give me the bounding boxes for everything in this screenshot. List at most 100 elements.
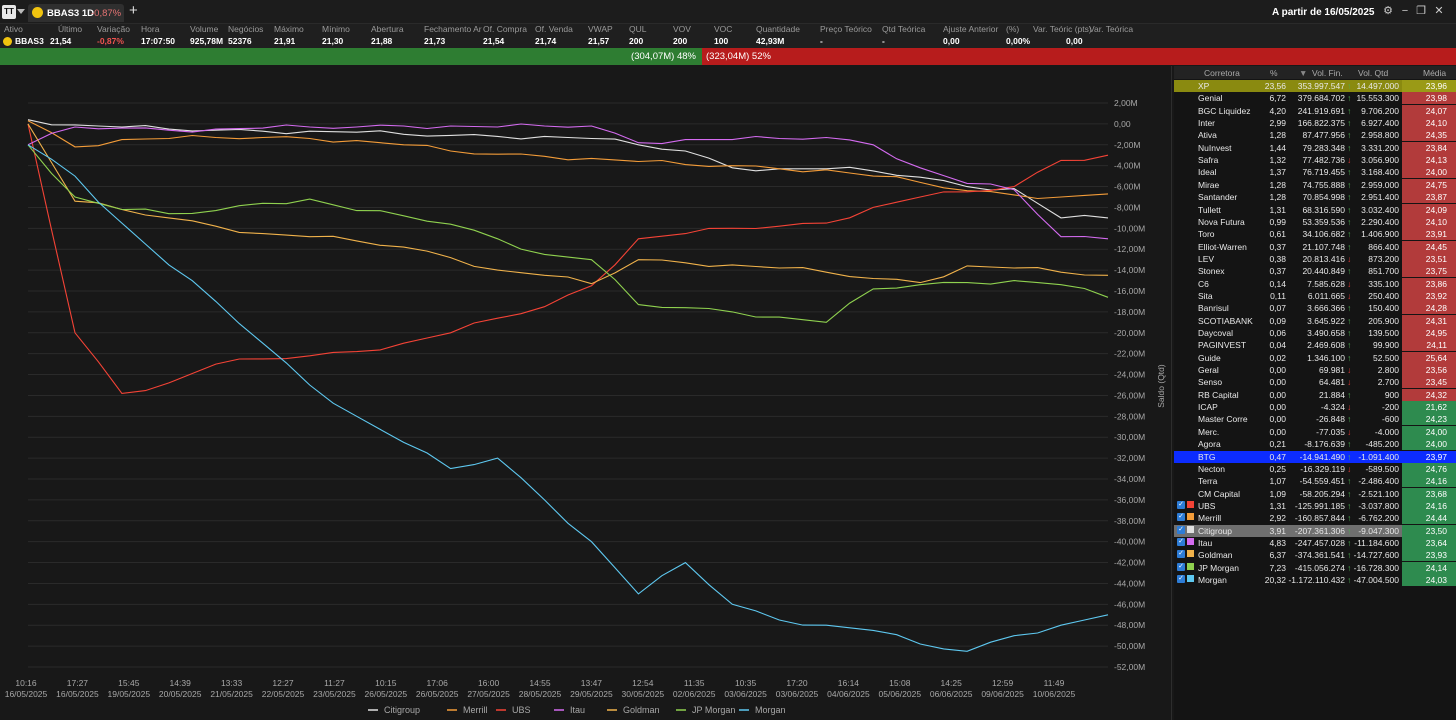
ranking-row[interactable]: BTG 0,47 -14.941.490 ↑ -1.091.400 23,97 (1174, 450, 1456, 463)
sell-pressure-label: (323,04M) 52% (706, 51, 771, 62)
broker-fin-volume: -77.035 (1316, 426, 1345, 437)
ranking-row[interactable]: ✓ JP Morgan 7,23 -415.056.274 ↑ -16.728.300 24… (1174, 561, 1456, 574)
ranking-row[interactable]: Ativa 1,28 87.477.956 ↑ 2.958.800 24,35 (1174, 129, 1456, 142)
quote-values-row[interactable]: BBAS3 21,54 -0,87% 17:07:50 925,78M 5237… (0, 35, 1456, 48)
broker-pct: 0,38 (1269, 253, 1286, 264)
ranking-row[interactable]: Terra 1,07 -54.559.451 ↑ -2.486.400 24,16 (1174, 475, 1456, 488)
ranking-row[interactable]: Agora 0,21 -8.176.639 ↑ -485.200 24,00 (1174, 438, 1456, 451)
broker-name: Safra (1198, 155, 1219, 166)
col-qty-header[interactable]: Vol. Qtd (1358, 68, 1388, 78)
ranking-row[interactable]: RB Capital 0,00 21.884 ↑ 900 24,32 (1174, 388, 1456, 401)
y-tick-label: -36,00M (1114, 495, 1145, 505)
ranking-row[interactable]: Merc. 0,00 -77.035 ↓ -4.000 24,00 (1174, 425, 1456, 438)
series-checkbox[interactable]: ✓ (1177, 562, 1185, 571)
series-checkbox[interactable]: ✓ (1177, 537, 1185, 546)
ranking-row[interactable]: NuInvest 1,44 79.283.348 ↑ 3.331.200 23,84 (1174, 141, 1456, 154)
ranking-row[interactable]: Sita 0,11 6.011.665 ↓ 250.400 23,92 (1174, 289, 1456, 302)
ranking-row[interactable]: PAGINVEST 0,04 2.469.608 ↑ 99.900 24,11 (1174, 339, 1456, 352)
series-checkbox[interactable]: ✓ (1177, 575, 1185, 583)
close-button[interactable]: ✕ (1432, 4, 1446, 18)
add-tab-button[interactable]: + (129, 3, 138, 19)
ranking-row[interactable]: Mirae 1,28 74.755.888 ↑ 2.959.000 24,75 (1174, 178, 1456, 191)
arrow-down-icon: ↓ (1347, 426, 1352, 437)
ranking-row[interactable]: Genial 6,72 379.684.702 ↑ 15.553.300 23,98 (1174, 92, 1456, 105)
broker-avg-cell: 23,93 (1402, 549, 1456, 562)
ranking-row[interactable]: CM Capital 1,09 -58.205.294 ↑ -2.521.100 23,6… (1174, 487, 1456, 500)
ranking-row[interactable]: Toro 0,61 34.106.682 ↑ 1.406.900 23,91 (1174, 228, 1456, 241)
quote-header: Abertura (371, 24, 404, 34)
minimize-button[interactable]: − (1398, 4, 1412, 18)
settings-icon[interactable]: ⚙ (1381, 4, 1395, 18)
ranking-row[interactable]: Necton 0,25 -16.329.119 ↓ -589.500 24,76 (1174, 462, 1456, 475)
ranking-row[interactable]: Inter 2,99 166.822.375 ↑ 6.927.400 24,10 (1174, 117, 1456, 130)
broker-avg-price: 24,00 (1425, 439, 1447, 450)
y-tick-label: -4,00M (1114, 161, 1140, 171)
ranking-row[interactable]: Master Corre 0,00 -26.848 ↑ -600 24,23 (1174, 413, 1456, 426)
broker-avg-cell: 23,64 (1402, 536, 1456, 549)
chevron-down-icon[interactable] (17, 9, 25, 14)
broker-balance-chart[interactable]: 2,00M 0,00 -2,00M -4,00M -6,00M -8,00M -10,00M… (0, 66, 1172, 720)
broker-ranking-table[interactable]: Corretora % ▼ Vol. Fin. Vol. Qtd Média X… (1174, 66, 1456, 720)
broker-name: Mirae (1198, 179, 1220, 190)
ranking-row[interactable]: SCOTIABANK 0,09 3.645.922 ↑ 205.900 24,31 (1174, 314, 1456, 327)
broker-avg-price: 24,32 (1425, 389, 1447, 400)
ranking-row[interactable]: Santander 1,28 70.854.998 ↑ 2.951.400 23,87 (1174, 191, 1456, 204)
broker-avg-cell: 24,44 (1402, 512, 1456, 525)
broker-pct: 4,83 (1269, 537, 1286, 548)
ranking-row[interactable]: Elliot-Warren 0,37 21.107.748 ↑ 866.400 24,45 (1174, 240, 1456, 253)
series-checkbox[interactable]: ✓ (1177, 513, 1185, 522)
ranking-row[interactable]: Safra 1,32 77.482.736 ↓ 3.056.900 24,13 (1174, 154, 1456, 167)
ranking-row[interactable]: Senso 0,00 64.481 ↓ 2.700 23,45 (1174, 376, 1456, 389)
ranking-row[interactable]: ✓ Morgan 20,32 -1.172.110.432 ↑ -47.004.500 24… (1174, 574, 1456, 586)
broker-avg-cell: 23,68 (1402, 487, 1456, 500)
col-fin-header[interactable]: Vol. Fin. (1312, 68, 1343, 78)
broker-pct: 0,37 (1269, 241, 1286, 252)
broker-avg-cell: 24,45 (1402, 240, 1456, 253)
ranking-row[interactable]: BGC Liquidez 4,20 241.919.691 ↑ 9.706.200 24,… (1174, 104, 1456, 117)
ranking-row[interactable]: ✓ Itau 4,83 -247.457.028 ↑ -11.184.600 23,64 (1174, 536, 1456, 549)
arrow-up-icon: ↑ (1347, 241, 1352, 252)
period-label[interactable]: A partir de 16/05/2025 (1272, 7, 1374, 18)
broker-name: JP Morgan (1198, 562, 1239, 573)
broker-name: BTG (1198, 451, 1216, 462)
ranking-row[interactable]: Ideal 1,37 76.719.455 ↑ 3.168.400 24,00 (1174, 166, 1456, 179)
tab-bbas3-1d[interactable]: BBAS3 1D -0,87% (28, 4, 124, 22)
series-checkbox[interactable]: ✓ (1177, 500, 1185, 509)
broker-fin-volume: 20.813.416 (1302, 253, 1345, 264)
sort-desc-icon[interactable]: ▼ (1299, 68, 1307, 78)
restore-button[interactable]: ❐ (1414, 4, 1428, 18)
ranking-row[interactable]: ✓ Citigroup 3,91 -207.361.306 ↑ -9.047.300 23,… (1174, 524, 1456, 537)
broker-pct: 0,04 (1269, 340, 1286, 351)
series-checkbox[interactable]: ✓ (1177, 525, 1185, 534)
series-color-swatch (1187, 537, 1194, 545)
tab-title: BBAS3 1D (47, 8, 94, 19)
broker-avg-cell: 23,75 (1402, 265, 1456, 278)
chart-svg[interactable]: 2,00M 0,00 -2,00M -4,00M -6,00M -8,00M -10,00M… (0, 66, 1172, 720)
ranking-row[interactable]: XP 23,56 353.997.547 ↑ 14.497.000 23,96 (1174, 80, 1456, 93)
ranking-row[interactable]: ICAP 0,00 -4.324 ↓ -200 21,62 (1174, 401, 1456, 414)
ranking-row[interactable]: Daycoval 0,06 3.490.658 ↑ 139.500 24,95 (1174, 327, 1456, 339)
arrow-down-icon: ↓ (1347, 463, 1352, 474)
ranking-row[interactable]: ✓ Goldman 6,37 -374.361.541 ↑ -14.727.600 23,9… (1174, 549, 1456, 562)
quote-header: VOV (673, 24, 691, 34)
broker-fin-volume: 21.884 (1319, 389, 1345, 400)
ranking-row[interactable]: Guide 0,02 1.346.100 ↑ 52.500 25,64 (1174, 351, 1456, 364)
broker-fin-volume: 76.719.455 (1302, 167, 1345, 178)
ranking-row[interactable]: C6 0,14 7.585.628 ↓ 335.100 23,86 (1174, 277, 1456, 290)
ranking-row[interactable]: ✓ Merrill 2,92 -160.857.844 ↑ -6.762.200 24,44 (1174, 512, 1456, 525)
col-avg-header[interactable]: Média (1423, 68, 1446, 78)
ranking-row[interactable]: Tullett 1,31 68.316.590 ↑ 3.032.400 24,09 (1174, 203, 1456, 216)
ranking-row[interactable]: Stonex 0,37 20.440.849 ↑ 851.700 23,75 (1174, 265, 1456, 278)
ranking-row[interactable]: LEV 0,38 20.813.416 ↓ 873.200 23,51 (1174, 252, 1456, 265)
col-broker-header[interactable]: Corretora (1204, 68, 1240, 78)
broker-avg-cell: 24,28 (1402, 302, 1456, 315)
series-checkbox[interactable]: ✓ (1177, 550, 1185, 559)
col-pct-header[interactable]: % (1270, 68, 1278, 78)
ranking-row[interactable]: ✓ UBS 1,31 -125.991.185 ↑ -3.037.800 24,16 (1174, 499, 1456, 512)
app-logo-icon[interactable]: TT (2, 5, 16, 19)
ranking-row[interactable]: Nova Futura 0,99 53.359.536 ↑ 2.290.400 24,10 (1174, 215, 1456, 228)
broker-fin-volume: -26.848 (1316, 414, 1345, 425)
ranking-row[interactable]: Geral 0,00 69.981 ↓ 2.800 23,56 (1174, 364, 1456, 377)
buy-pressure-label: (304,07M) 48% (631, 51, 696, 62)
ranking-row[interactable]: Banrisul 0,07 3.666.366 ↑ 150.400 24,28 (1174, 302, 1456, 315)
